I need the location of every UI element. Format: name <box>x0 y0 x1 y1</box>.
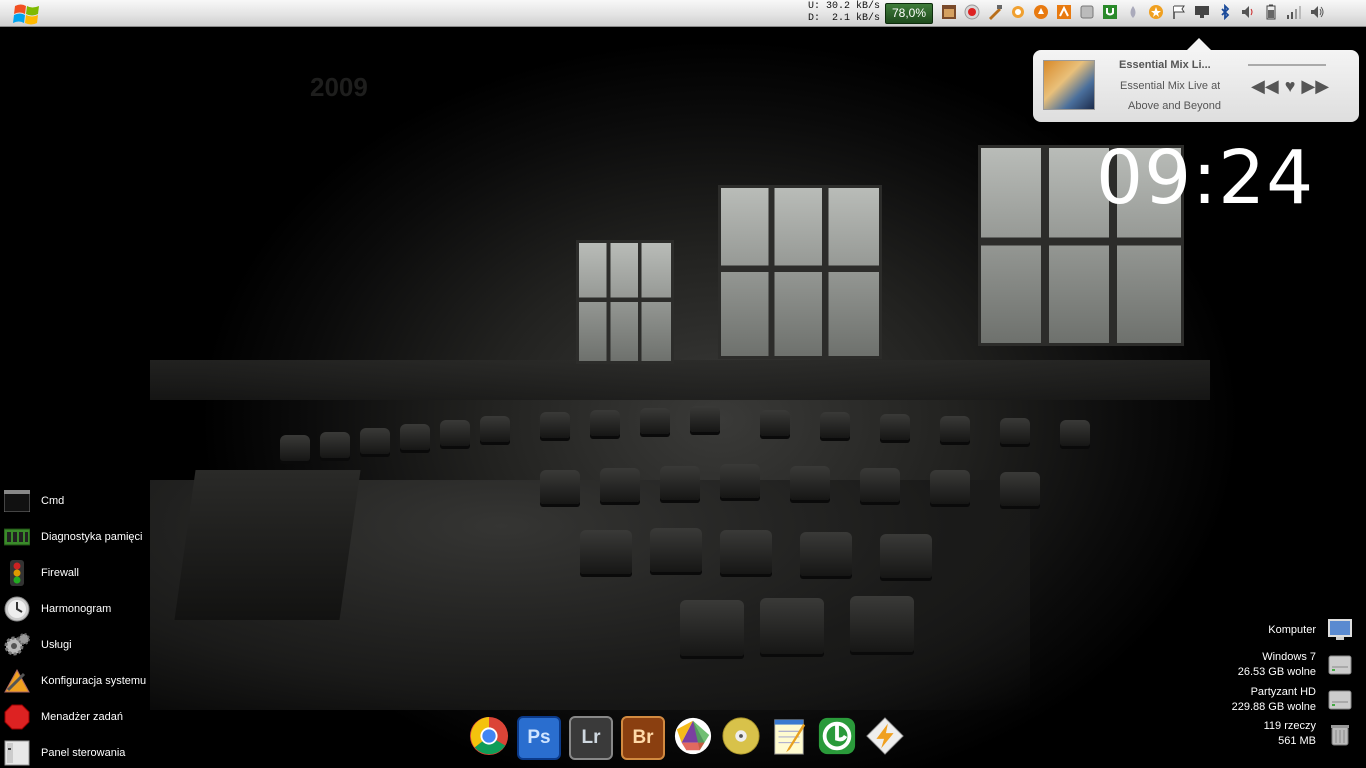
drive-windows[interactable]: Windows 7 26.53 GB wolne <box>1238 650 1352 680</box>
memory-icon <box>3 523 31 551</box>
shortcut-firewall[interactable]: Firewall <box>3 558 79 588</box>
shortcut-label: Diagnostyka pamięci <box>41 531 143 543</box>
computer-label: Komputer <box>1268 623 1316 636</box>
love-track-button[interactable]: ♥ <box>1285 76 1296 97</box>
schedule-icon <box>3 595 31 623</box>
shortcut-cmd[interactable]: Cmd <box>3 486 64 516</box>
wallpaper-window-1 <box>576 240 674 364</box>
drive-free: 229.88 GB wolne <box>1231 701 1316 713</box>
shortcut-label: Usługi <box>41 639 72 651</box>
battery-icon[interactable] <box>1262 3 1280 21</box>
wallpaper-desk <box>174 470 361 620</box>
winamp-icon[interactable] <box>865 716 905 756</box>
gmail-notifier-icon[interactable] <box>1055 3 1073 21</box>
wallpaper-window-2 <box>718 185 882 359</box>
picasa-icon[interactable] <box>673 716 713 756</box>
progress-bar[interactable] <box>1248 64 1326 66</box>
shortcut-memory-diagnostics[interactable]: Diagnostyka pamięci <box>3 522 143 552</box>
upload-value: 30.2 kB/s <box>825 1 880 12</box>
window-icon[interactable] <box>1078 3 1096 21</box>
app-dock: Ps Lr Br <box>469 716 905 760</box>
wallpaper-wall <box>150 360 1210 400</box>
track-artist: Above and Beyond <box>1128 100 1221 112</box>
player-controls: ◀◀ ♥ ▶▶ <box>1251 76 1329 97</box>
upload-label: U: <box>808 1 821 12</box>
control-panel-icon <box>3 739 31 767</box>
trash-icon <box>1328 722 1352 746</box>
photoshop-icon[interactable]: Ps <box>517 716 561 760</box>
music-player-widget: Essential Mix Li... Essential Mix Live a… <box>1033 38 1359 122</box>
download-value: 2.1 kB/s <box>831 13 880 24</box>
bridge-label: Br <box>632 727 654 748</box>
windows-logo-icon[interactable] <box>11 0 43 30</box>
drive-name: Windows 7 <box>1262 651 1316 663</box>
drop-icon[interactable] <box>1124 3 1142 21</box>
hard-drive-icon <box>1328 688 1352 712</box>
trash[interactable]: 119 rzeczy 561 MB <box>1264 719 1352 749</box>
track-title: Essential Mix Li... <box>1119 59 1211 71</box>
desktop-clock: 09:24 <box>1096 135 1315 221</box>
bluetooth-icon[interactable] <box>1216 3 1234 21</box>
notepad-icon[interactable] <box>769 716 809 756</box>
shortcut-system-config[interactable]: Konfiguracja systemu <box>3 666 146 696</box>
shortcut-label: Harmonogram <box>41 603 112 615</box>
shortcut-label: Menadżer zadań <box>41 711 123 723</box>
shortcut-task-manager[interactable]: Menadżer zadań <box>3 702 123 732</box>
dvd-icon[interactable] <box>721 716 761 756</box>
photo-app-icon[interactable] <box>940 3 958 21</box>
monitor-icon <box>1328 618 1352 642</box>
gears-icon <box>3 631 31 659</box>
download-label: D: <box>808 13 821 24</box>
system-tray <box>940 3 1326 21</box>
lightroom-label: Lr <box>581 727 601 748</box>
firewall-icon <box>3 559 31 587</box>
drive-computer[interactable]: Komputer <box>1268 618 1352 642</box>
utorrent-icon[interactable] <box>1101 3 1119 21</box>
star-icon[interactable] <box>1147 3 1165 21</box>
drive-partyzant-hd[interactable]: Partyzant HD 229.88 GB wolne <box>1232 685 1352 715</box>
lightroom-icon[interactable]: Lr <box>569 716 613 760</box>
next-track-button[interactable]: ▶▶ <box>1301 76 1329 97</box>
trash-count: 119 rzeczy <box>1263 720 1316 732</box>
shortcut-control-panel[interactable]: Panel sterowania <box>3 738 125 768</box>
network-meter: U: 30.2 kB/s D: 2.1 kB/s <box>808 1 880 25</box>
hard-drive-icon <box>1328 653 1352 677</box>
drive-free: 26.53 GB wolne <box>1237 666 1316 678</box>
battery-percent-badge[interactable]: 78,0% <box>885 3 933 24</box>
task-manager-icon <box>3 703 31 731</box>
cmd-icon <box>3 487 31 515</box>
album-art <box>1043 60 1095 110</box>
wallpaper-year-text: 2009 <box>310 72 368 102</box>
avast-icon[interactable] <box>1032 3 1050 21</box>
bridge-icon[interactable]: Br <box>621 716 665 760</box>
utorrent-dock-icon[interactable] <box>817 716 857 756</box>
tools-icon[interactable] <box>986 3 1004 21</box>
config-icon <box>3 667 31 695</box>
record-icon[interactable] <box>963 3 981 21</box>
chrome-icon[interactable] <box>469 716 509 756</box>
signal-icon[interactable] <box>1285 3 1303 21</box>
shortcut-services[interactable]: Usługi <box>3 630 72 660</box>
drive-name: Partyzant HD <box>1250 686 1316 698</box>
speaker-icon[interactable] <box>1308 3 1326 21</box>
shortcut-label: Cmd <box>41 495 65 507</box>
shortcut-label: Panel sterowania <box>41 747 126 759</box>
top-menubar: U: 30.2 kB/s D: 2.1 kB/s 78,0% <box>0 0 1366 27</box>
chat-icon[interactable] <box>1009 3 1027 21</box>
previous-track-button[interactable]: ◀◀ <box>1251 76 1279 97</box>
volume-icon[interactable] <box>1239 3 1257 21</box>
photoshop-label: Ps <box>527 727 551 748</box>
track-subtitle: Essential Mix Live at <box>1120 80 1220 92</box>
shortcut-label: Konfiguracja systemu <box>41 675 147 687</box>
network-icon[interactable] <box>1193 3 1211 21</box>
shortcut-label: Firewall <box>41 567 79 579</box>
trash-size: 561 MB <box>1278 735 1316 747</box>
flag-icon[interactable] <box>1170 3 1188 21</box>
shortcut-scheduler[interactable]: Harmonogram <box>3 594 111 624</box>
